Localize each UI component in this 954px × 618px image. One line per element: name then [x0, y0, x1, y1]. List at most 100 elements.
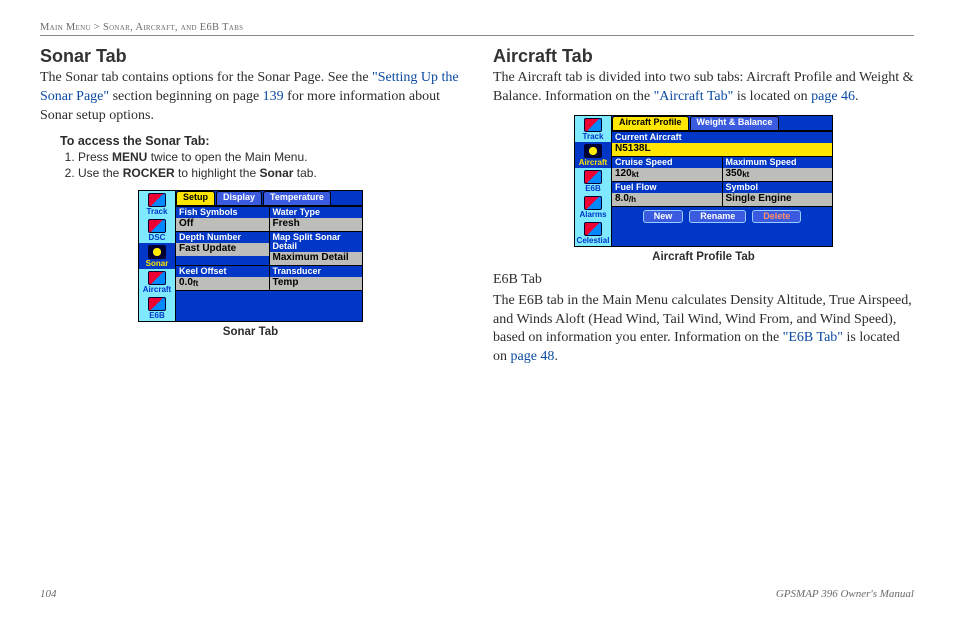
- text: 8.0: [615, 193, 629, 204]
- link-page-139[interactable]: 139: [263, 89, 284, 104]
- field-value: 8.0/h: [612, 193, 722, 206]
- text: Press: [78, 150, 112, 164]
- tab-setup[interactable]: Setup: [176, 191, 215, 205]
- field-label: Map Split Sonar Detail: [270, 232, 363, 252]
- sonar-heading: Sonar Tab: [40, 46, 461, 67]
- rename-button[interactable]: Rename: [689, 210, 746, 223]
- aircraft-screenshot: Track Aircraft E6B Alarms Celestial Airc…: [574, 115, 833, 247]
- text: section beginning on page: [113, 89, 263, 104]
- field-value: Maximum Detail: [270, 252, 363, 265]
- field-depth-number[interactable]: Depth Number Fast Update: [176, 232, 270, 265]
- sidebar-item-sonar[interactable]: Sonar: [139, 243, 175, 269]
- sonar-screenshot: Track DSC Sonar Aircraft E6B Setup Displ…: [138, 190, 363, 322]
- field-label: Transducer: [270, 266, 363, 277]
- field-label: Keel Offset: [176, 266, 269, 277]
- sonar-instr-list: Press MENU twice to open the Main Menu. …: [60, 150, 461, 180]
- link-aircraft-tab[interactable]: "Aircraft Tab": [654, 89, 734, 104]
- sidebar-item-celestial[interactable]: Celestial: [575, 220, 611, 246]
- text: 0.0: [179, 277, 193, 288]
- e6b-paragraph: The E6B tab in the Main Menu calculates …: [493, 292, 914, 368]
- blank-bar: [176, 290, 362, 303]
- aircraft-icon: [148, 271, 166, 285]
- text: Use the: [78, 166, 123, 180]
- sidebar-item-dsc[interactable]: DSC: [139, 217, 175, 243]
- field-cruise-speed[interactable]: Cruise Speed 120kt: [612, 157, 723, 181]
- field-value: 0.0ft: [176, 277, 269, 290]
- sidebar-item-track[interactable]: Track: [139, 191, 175, 217]
- field-label: Symbol: [723, 182, 833, 193]
- text: twice to open the Main Menu.: [147, 150, 307, 164]
- field-value: Temp: [270, 277, 363, 290]
- field-value: Off: [176, 218, 269, 231]
- sidebar-item-e6b[interactable]: E6B: [575, 168, 611, 194]
- sidebar-item-label: Track: [147, 208, 168, 216]
- text: .: [855, 89, 859, 104]
- text: Sonar: [259, 166, 293, 180]
- sonar-panel: Setup Display Temperature Fish Symbols O…: [176, 191, 362, 321]
- sonar-intro: The Sonar tab contains options for the S…: [40, 69, 461, 126]
- unit: ft: [193, 279, 198, 288]
- alarms-icon: [584, 196, 602, 210]
- field-maximum-speed[interactable]: Maximum Speed 350kt: [723, 157, 833, 181]
- link-page-48[interactable]: page 48: [511, 349, 555, 364]
- left-column: Sonar Tab The Sonar tab contains options…: [40, 42, 461, 375]
- sidebar-item-alarms[interactable]: Alarms: [575, 194, 611, 220]
- text: MENU: [112, 150, 147, 164]
- field-fish-symbols[interactable]: Fish Symbols Off: [176, 207, 270, 231]
- field-label: Water Type: [270, 207, 363, 218]
- aircraft-caption: Aircraft Profile Tab: [493, 251, 914, 263]
- field-current-aircraft[interactable]: Current Aircraft N5138L: [612, 132, 832, 156]
- field-water-type[interactable]: Water Type Fresh: [270, 207, 363, 231]
- e6b-icon: [148, 297, 166, 311]
- text: is located on: [737, 89, 811, 104]
- sonar-sidebar: Track DSC Sonar Aircraft E6B: [139, 191, 176, 321]
- field-fuel-flow[interactable]: Fuel Flow 8.0/h: [612, 182, 723, 206]
- field-label: Cruise Speed: [612, 157, 722, 168]
- track-icon: [148, 193, 166, 207]
- field-transducer[interactable]: Transducer Temp: [270, 266, 363, 290]
- sonar-step-2: Use the ROCKER to highlight the Sonar ta…: [78, 166, 461, 180]
- e6b-heading: E6B Tab: [493, 271, 914, 290]
- aircraft-icon: [584, 144, 602, 158]
- link-page-46[interactable]: page 46: [811, 89, 855, 104]
- field-label: Depth Number: [176, 232, 269, 243]
- link-e6b-tab[interactable]: "E6B Tab": [783, 330, 843, 345]
- page-number: 104: [40, 588, 57, 600]
- field-map-split-sonar-detail[interactable]: Map Split Sonar Detail Maximum Detail: [270, 232, 363, 265]
- e6b-icon: [584, 170, 602, 184]
- sidebar-item-track[interactable]: Track: [575, 116, 611, 142]
- sidebar-item-label: Track: [583, 133, 604, 141]
- page-footer: 104 GPSMAP 396 Owner's Manual: [40, 588, 914, 600]
- tab-temperature[interactable]: Temperature: [263, 191, 331, 205]
- delete-button[interactable]: Delete: [752, 210, 801, 223]
- text: The Sonar tab contains options for the S…: [40, 70, 372, 85]
- tab-weight-balance[interactable]: Weight & Balance: [690, 116, 780, 130]
- sidebar-item-label: Sonar: [146, 260, 169, 268]
- field-symbol[interactable]: Symbol Single Engine: [723, 182, 833, 206]
- text: tab.: [293, 166, 316, 180]
- field-value: 350kt: [723, 168, 833, 181]
- sidebar-item-aircraft[interactable]: Aircraft: [575, 142, 611, 168]
- breadcrumb-sep: >: [94, 22, 100, 33]
- text: ROCKER: [123, 166, 175, 180]
- sonar-tabs: Setup Display Temperature: [176, 191, 362, 206]
- sidebar-item-e6b[interactable]: E6B: [139, 295, 175, 321]
- breadcrumb-right: Sonar, Aircraft, and E6B Tabs: [103, 22, 243, 33]
- dsc-icon: [148, 219, 166, 233]
- aircraft-panel: Aircraft Profile Weight & Balance Curren…: [612, 116, 832, 246]
- field-value: Single Engine: [723, 193, 833, 206]
- sonar-instr-head: To access the Sonar Tab:: [60, 134, 461, 148]
- unit: kt: [742, 170, 749, 179]
- new-button[interactable]: New: [643, 210, 684, 223]
- tab-aircraft-profile[interactable]: Aircraft Profile: [612, 116, 689, 130]
- sidebar-item-aircraft[interactable]: Aircraft: [139, 269, 175, 295]
- unit: /h: [629, 195, 636, 204]
- sidebar-item-label: E6B: [149, 312, 165, 320]
- breadcrumb-left: Main Menu: [40, 22, 91, 33]
- sidebar-item-label: Celestial: [577, 237, 610, 245]
- text: .: [554, 349, 558, 364]
- tab-display[interactable]: Display: [216, 191, 262, 205]
- manual-title: GPSMAP 396 Owner's Manual: [776, 588, 914, 600]
- field-keel-offset[interactable]: Keel Offset 0.0ft: [176, 266, 270, 290]
- field-label: Current Aircraft: [612, 132, 832, 143]
